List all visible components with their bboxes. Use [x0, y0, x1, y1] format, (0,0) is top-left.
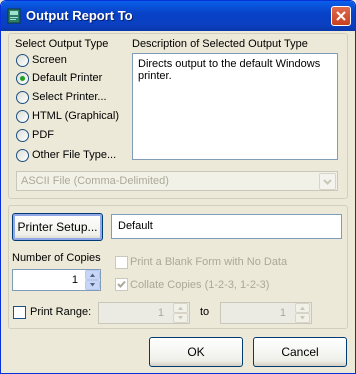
copies-stepper[interactable] [85, 270, 100, 290]
report-icon [7, 8, 21, 24]
radio-select-printer-label[interactable]: Select Printer... [32, 91, 107, 103]
range-from-up-button [173, 303, 188, 313]
radio-default-printer-label[interactable]: Default Printer [32, 72, 102, 84]
copies-label: Number of Copies [12, 252, 101, 264]
window-title: Output Report To [26, 8, 133, 23]
range-to-down-button [295, 313, 310, 323]
file-type-value: ASCII File (Comma-Delimited) [21, 175, 169, 187]
print-range-label[interactable]: Print Range: [30, 306, 91, 318]
printer-name-value: Default [118, 220, 153, 232]
radio-screen[interactable] [16, 54, 29, 67]
collate-checkbox [115, 278, 128, 291]
range-to-label: to [200, 306, 210, 318]
title-bar[interactable]: Output Report To [1, 1, 355, 31]
radio-pdf-label[interactable]: PDF [32, 129, 54, 141]
blank-form-label: Print a Blank Form with No Data [130, 256, 288, 268]
chevron-down-icon [323, 179, 332, 185]
range-to-stepper [295, 303, 310, 323]
close-icon [336, 11, 346, 21]
cancel-button[interactable]: Cancel [253, 337, 347, 367]
radio-default-printer[interactable] [16, 72, 29, 85]
printer-setup-button[interactable]: Printer Setup... [12, 213, 103, 241]
copies-down-button[interactable] [85, 280, 100, 290]
collate-label: Collate Copies (1-2-3, 1-2-3) [130, 279, 270, 291]
file-type-dropdown-button [319, 173, 336, 190]
description-label: Description of Selected Output Type [132, 38, 308, 50]
copies-value[interactable]: 1 [72, 274, 78, 286]
radio-other-file-type-label[interactable]: Other File Type... [32, 149, 116, 161]
description-box: Directs output to the default Windows pr… [132, 53, 338, 160]
range-to-up-button [295, 303, 310, 313]
radio-other-file-type[interactable] [16, 149, 29, 162]
close-button[interactable] [331, 6, 351, 26]
arrow-down-icon [90, 283, 95, 287]
print-range-checkbox[interactable] [13, 306, 26, 319]
ok-button[interactable]: OK [149, 337, 243, 367]
output-report-dialog: Output Report To Select Output Type Desc… [0, 0, 356, 374]
radio-pdf[interactable] [16, 129, 29, 142]
printer-name-field: Default [111, 214, 342, 239]
arrow-down-icon [300, 316, 305, 320]
radio-html-label[interactable]: HTML (Graphical) [32, 110, 119, 122]
arrow-up-icon [178, 306, 183, 310]
range-to-value: 1 [279, 307, 286, 319]
checkmark-icon [117, 280, 126, 288]
arrow-up-icon [90, 273, 95, 277]
output-type-label: Select Output Type [15, 38, 109, 50]
range-from-stepper [173, 303, 188, 323]
description-text: Directs output to the default Windows pr… [138, 58, 321, 82]
range-from-down-button [173, 313, 188, 323]
radio-screen-label[interactable]: Screen [32, 54, 67, 66]
range-from-value: 1 [157, 307, 164, 319]
arrow-up-icon [300, 306, 305, 310]
radio-select-printer[interactable] [16, 91, 29, 104]
file-type-select: ASCII File (Comma-Delimited) [16, 171, 338, 191]
radio-html[interactable] [16, 110, 29, 123]
copies-up-button[interactable] [85, 270, 100, 280]
blank-form-checkbox [115, 256, 128, 269]
arrow-down-icon [178, 316, 183, 320]
